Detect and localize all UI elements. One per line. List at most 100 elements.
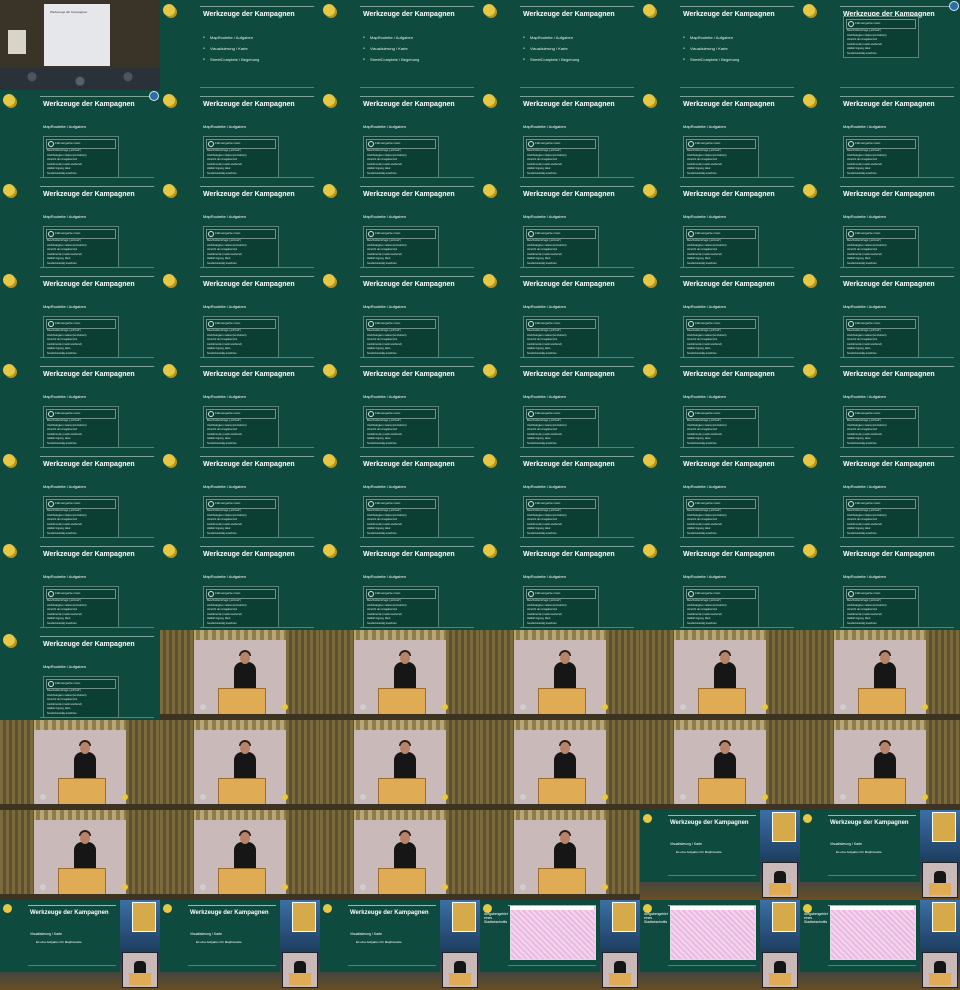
task-panel: Fähnengerite ruten Beschreibend lags („sc…: [523, 496, 599, 538]
floor-lamp: [840, 704, 846, 710]
panel-header: Fähnengerite ruten: [206, 499, 276, 509]
circle-icon: [208, 411, 214, 417]
task-panel: Fähnengerite ruten Beschreibend lags („sc…: [363, 136, 439, 178]
slide-title: Werkzeuge der Kampagnen: [363, 371, 455, 378]
video-frame: Aufgabengebiet eines Stadtabschnitts: [640, 900, 800, 990]
title-rule: [200, 456, 314, 457]
circle-icon: [368, 501, 374, 507]
panel-header: Fähnengerite ruten: [46, 589, 116, 599]
panel-header-text: Fähnengerite ruten: [55, 501, 81, 505]
circle-icon: [48, 681, 54, 687]
panel-header-text: Fähnengerite ruten: [855, 501, 881, 505]
floor-lamp: [680, 794, 686, 800]
slide-title: Werkzeuge der Kampagnen: [523, 551, 615, 558]
panel-items: Beschreibend lags („schmal") Hochbelegtem…: [527, 239, 567, 267]
video-frame: Werkzeuge der Kampagnen MapRoulette / Auf…: [800, 180, 960, 270]
duck-logo-icon: [643, 544, 655, 556]
bullet-item: Es eine Aufgaben für MapRoulette: [676, 850, 722, 854]
stage-curtR: [286, 630, 320, 720]
video-frame: Werkzeuge der Kampagnen Fähnengerite rute…: [800, 0, 960, 90]
panel-items: Beschreibend lags („schmal") Hochbelegtem…: [207, 509, 247, 537]
panel-header-text: Fähnengerite ruten: [375, 501, 401, 505]
slide-title: Werkzeuge der Kampagnen: [683, 281, 775, 288]
stage-curtL: [800, 720, 834, 810]
duck-logo-icon: [483, 94, 495, 106]
stage-curtR: [606, 630, 640, 720]
circle-icon: [848, 21, 854, 27]
duck-figure: [922, 794, 928, 800]
podium: [769, 883, 791, 895]
footer-rule: [668, 875, 756, 876]
panel-header-text: Fähnengerite ruten: [535, 411, 561, 415]
slide-title: Werkzeuge der Kampagnen: [683, 191, 775, 198]
panel-items: Beschreibend lags („schmal") Hochbelegtem…: [687, 239, 727, 267]
duck-logo-icon: [3, 904, 12, 913]
panel-item: Beschreibend lags („schmal"): [207, 419, 241, 422]
task-panel: Fähnengerite ruten Beschreibend lags („sc…: [203, 316, 279, 358]
panel-header-text: Fähnengerite ruten: [55, 411, 81, 415]
podium: [929, 973, 951, 985]
speaker-head: [560, 832, 570, 844]
title-rule: [200, 6, 314, 7]
speaker-head: [400, 652, 410, 664]
bullet-item: Es eine Aufgaben für MapRoulette: [836, 850, 882, 854]
slide-title: Werkzeuge der Kampagnen: [523, 11, 615, 18]
stage-curtR: [926, 630, 960, 720]
circle-icon: [688, 591, 694, 597]
panel-header: Fähnengerite ruten: [846, 229, 916, 239]
section-heading: MapRoulette / Aufgaben: [43, 304, 86, 309]
title-rule: [520, 276, 634, 277]
panel-items: Beschreibend lags („schmal") Hochbelegtem…: [367, 419, 407, 447]
video-frame: Werkzeuge der Kampagnen MapRoulette / Auf…: [320, 0, 480, 90]
panel-item: Sonderbestellig ansichten: [527, 171, 557, 175]
task-panel: Fähnengerite ruten Beschreibend lags („sc…: [683, 406, 759, 448]
panel-header: Fähnengerite ruten: [686, 229, 756, 239]
duck-logo-icon: [803, 184, 815, 196]
stage-curtR: [606, 720, 640, 810]
panel-item: Sonderbestellig ansichten: [527, 441, 557, 445]
panel-item: Sonderbestellig ansichten: [47, 711, 77, 715]
section-heading: MapRoulette / Aufgaben: [203, 214, 246, 219]
panel-item: Beschreibend lags („schmal"): [47, 599, 81, 602]
video-frame: [320, 720, 480, 810]
circle-icon: [368, 231, 374, 237]
video-frame: Werkzeuge der Kampagnen MapRoulette / Auf…: [0, 180, 160, 270]
duck-logo-icon: [163, 904, 172, 913]
panel-item: Sonderbestellig ansichten: [687, 171, 717, 175]
banner: [8, 30, 26, 54]
duck-logo-icon: [643, 4, 655, 16]
video-frame: Werkzeuge der Kampagnen MapRoulette / Auf…: [0, 90, 160, 180]
section-heading: MapRoulette / Aufgaben: [523, 484, 566, 489]
stage-curtL: [640, 720, 674, 810]
slide-title: Werkzeuge der Kampagnen: [523, 191, 615, 198]
floor-lamp: [200, 794, 206, 800]
slide-title: Werkzeuge der Kampagnen: [203, 551, 295, 558]
video-frame: Werkzeuge der Kampagnen MapRoulette / Auf…: [160, 270, 320, 360]
footer-rule: [28, 965, 116, 966]
panel-header-text: Fähnengerite ruten: [535, 591, 561, 595]
title-rule: [840, 456, 954, 457]
section-heading: MapRoulette / Aufgaben: [843, 394, 886, 399]
duck-logo-icon: [3, 544, 15, 556]
footer-rule: [508, 965, 596, 966]
panel-header: Fähnengerite ruten: [686, 139, 756, 149]
stage-curtR: [446, 810, 480, 900]
circle-icon: [368, 411, 374, 417]
panel-header: Fähnengerite ruten: [206, 139, 276, 149]
section-heading: Visualisierung / Karte: [670, 842, 702, 846]
video-frame: Werkzeuge der Kampagnen Visualisierung / …: [640, 810, 800, 900]
panel-item: Sonderbestellig ansichten: [687, 351, 717, 355]
duck-logo-icon: [803, 4, 815, 16]
slide-title: Werkzeuge der Kampagnen: [363, 551, 455, 558]
video-frame: [480, 810, 640, 900]
panel-items: Beschreibend lags („schmal") Hochbelegtem…: [367, 509, 407, 537]
camera-corner-icon: [149, 91, 159, 101]
section-heading: MapRoulette / Aufgaben: [683, 304, 726, 309]
title-rule: [840, 276, 954, 277]
video-frame: Werkzeuge der Kampagnen MapRoulette / Auf…: [0, 360, 160, 450]
panel-items: Beschreibend lags („schmal") Hochbelegtem…: [847, 509, 887, 537]
panel-item: Beschreibend lags („schmal"): [207, 509, 241, 512]
slide-title: Werkzeuge der Kampagnen: [190, 910, 269, 916]
task-panel: Fähnengerite ruten Beschreibend lags („sc…: [43, 136, 119, 178]
stage-curtR: [126, 810, 160, 900]
